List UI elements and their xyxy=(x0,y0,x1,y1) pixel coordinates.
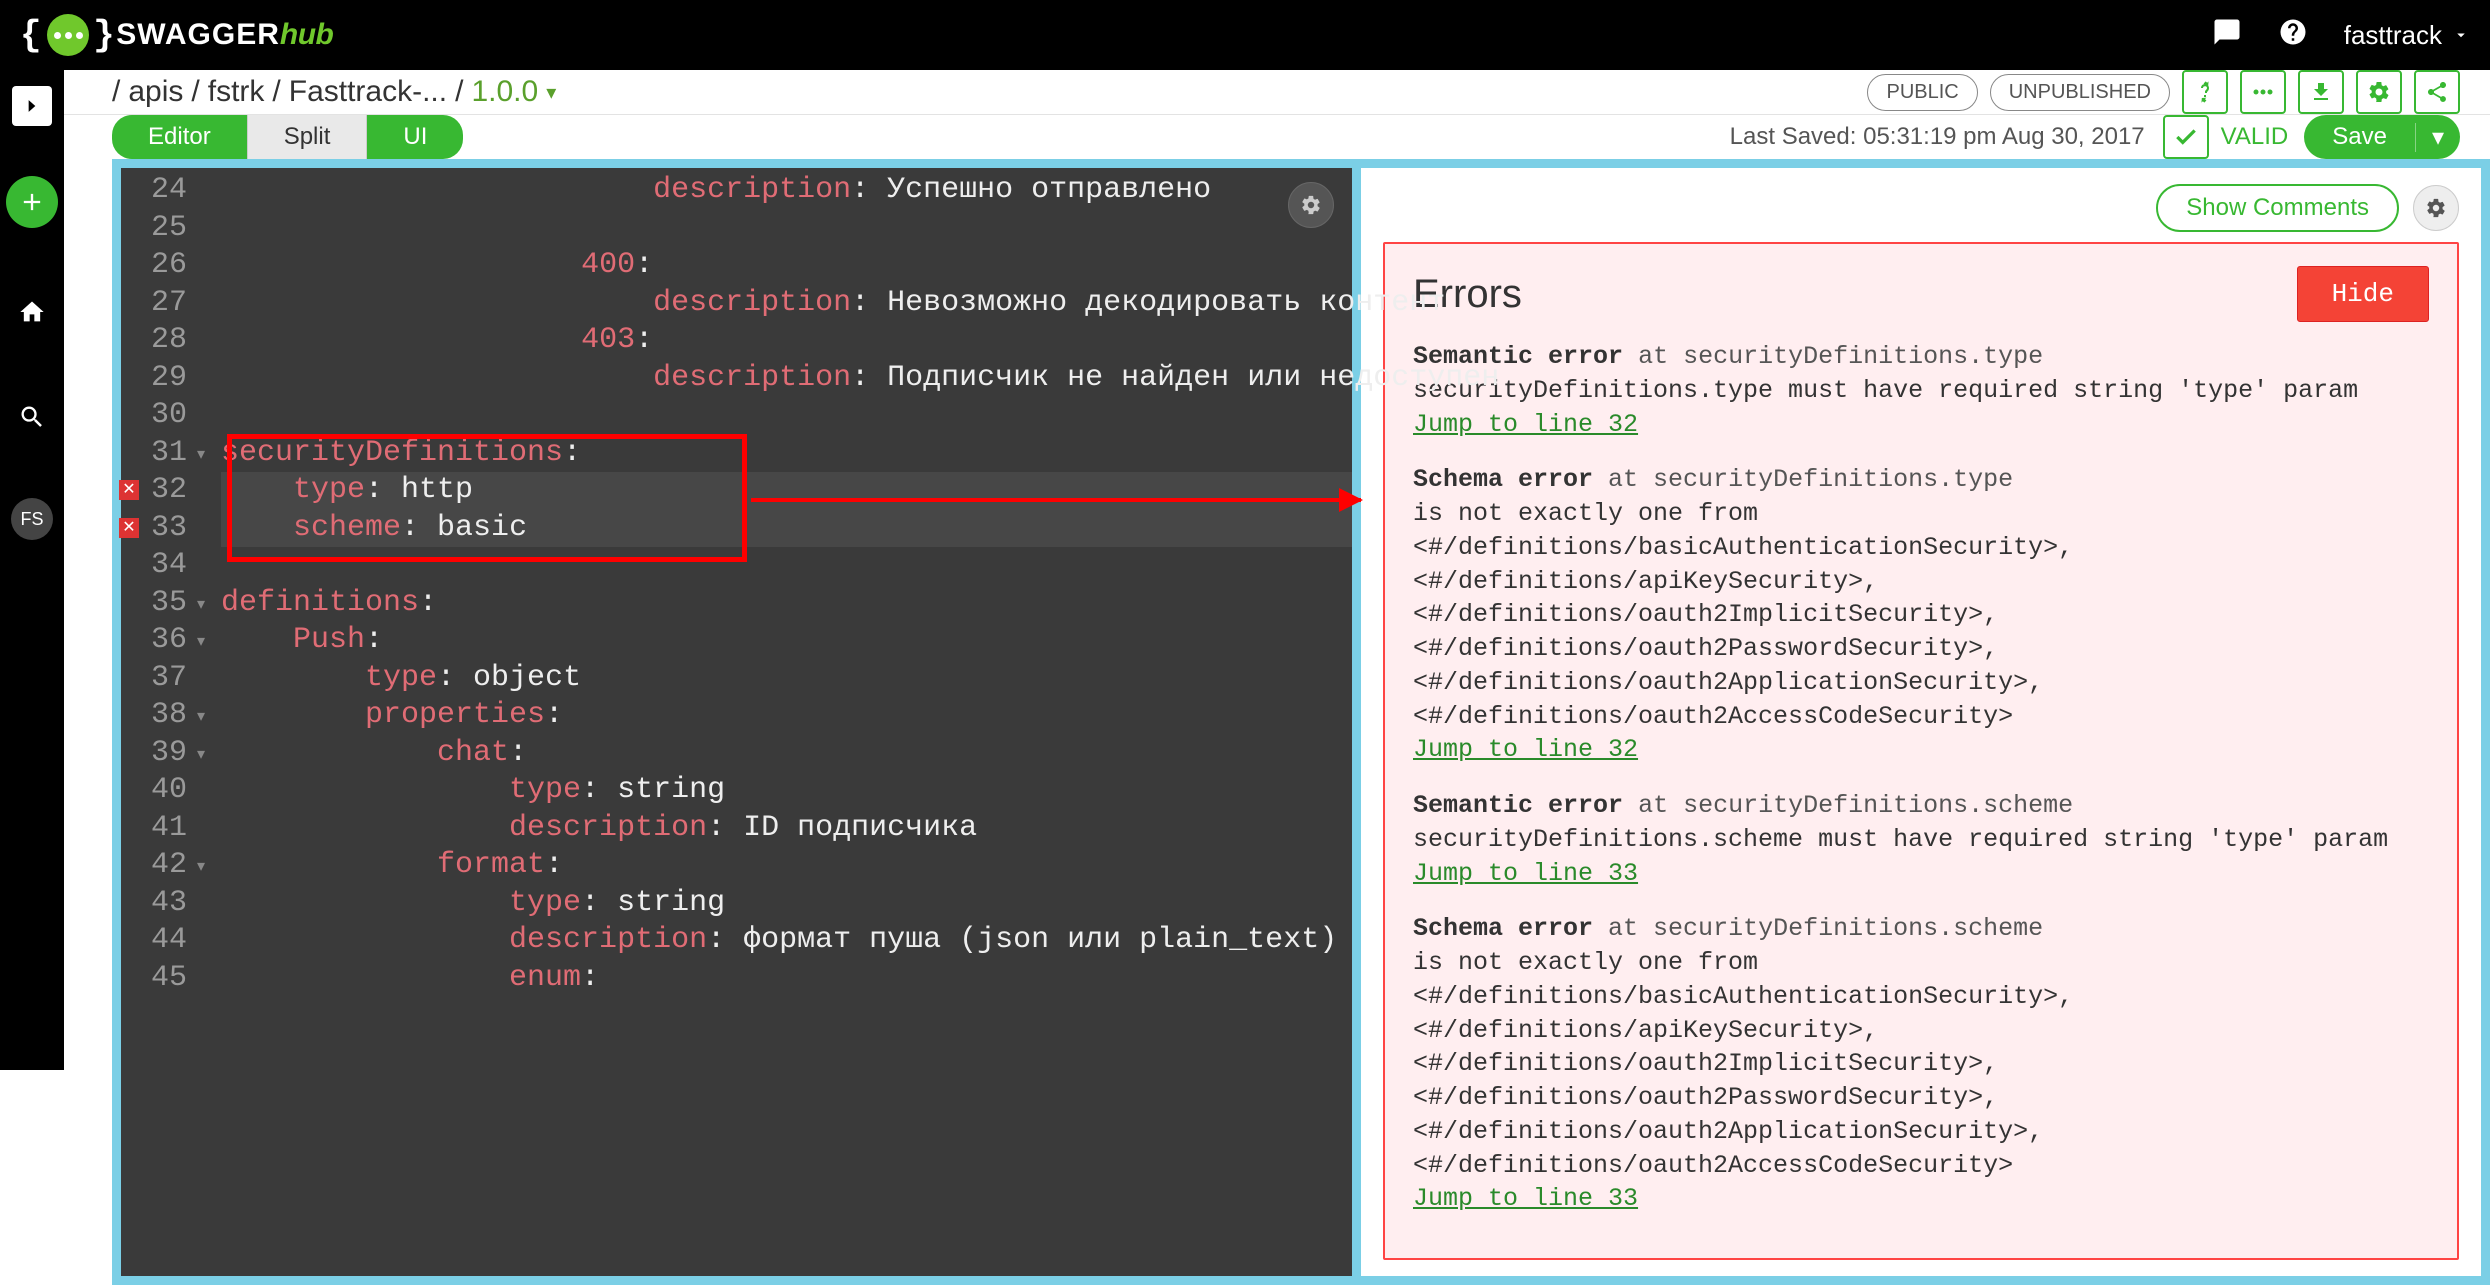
hide-errors-button[interactable]: Hide xyxy=(2297,266,2429,322)
toolbar-row: Editor Split UI Last Saved: 05:31:19 pm … xyxy=(64,115,2490,159)
view-toggle: Editor Split UI xyxy=(112,115,463,159)
settings-button[interactable] xyxy=(2356,70,2402,114)
version-dropdown-icon[interactable]: ▾ xyxy=(546,80,556,105)
main-area: / apis / fstrk / Fasttrack-... / 1.0.0 ▾… xyxy=(64,70,2490,1070)
search-icon[interactable] xyxy=(18,403,46,438)
logo-swagger-text: SWAGGER xyxy=(116,18,280,52)
share-button[interactable] xyxy=(2414,70,2460,114)
validation-panel: Show Comments Errors Hide Semantic error… xyxy=(1352,159,2490,1285)
top-bar: { } SWAGGERhub fasttrack xyxy=(0,0,2490,70)
error-item: Semantic error at securityDefinitions.sc… xyxy=(1413,789,2429,890)
logo-hub-text: hub xyxy=(280,18,333,52)
jump-to-line-link[interactable]: Jump to line 33 xyxy=(1413,1184,1638,1213)
save-dropdown-icon[interactable]: ▾ xyxy=(2415,123,2460,152)
save-label: Save xyxy=(2304,123,2415,151)
validation-panel-header: Show Comments xyxy=(1383,184,2459,232)
crumb-apis[interactable]: apis xyxy=(128,75,183,109)
panel-settings-icon[interactable] xyxy=(2413,185,2459,231)
view-split-tab[interactable]: Split xyxy=(247,115,368,159)
errors-box: Errors Hide Semantic error at securityDe… xyxy=(1383,242,2459,1260)
editor-body[interactable]: description: Успешно отправлено 400: des… xyxy=(221,168,1352,997)
errors-list: Semantic error at securityDefinitions.ty… xyxy=(1413,340,2429,1216)
view-ui-tab[interactable]: UI xyxy=(367,115,463,159)
chat-icon[interactable] xyxy=(2212,17,2242,54)
user-avatar[interactable]: FS xyxy=(11,498,53,540)
logo-dot-icon xyxy=(47,14,89,56)
editor-panel: 2425262728293031▾32✕33✕3435▾36▾3738▾39▾4… xyxy=(112,159,1352,1285)
editor-gutter: 2425262728293031▾32✕33✕3435▾36▾3738▾39▾4… xyxy=(121,168,197,997)
add-button[interactable] xyxy=(6,176,58,228)
jump-to-line-link[interactable]: Jump to line 32 xyxy=(1413,735,1638,764)
last-saved-label: Last Saved: 05:31:19 pm Aug 30, 2017 xyxy=(1730,123,2145,151)
breadcrumb-row: / apis / fstrk / Fasttrack-... / 1.0.0 ▾… xyxy=(64,70,2490,115)
crumb-api[interactable]: Fasttrack-... xyxy=(289,75,447,109)
avatar-initials: FS xyxy=(20,509,43,530)
valid-label: VALID xyxy=(2221,123,2289,151)
breadcrumb: / apis / fstrk / Fasttrack-... / 1.0.0 ▾ xyxy=(112,75,556,109)
error-item: Semantic error at securityDefinitions.ty… xyxy=(1413,340,2429,441)
error-item: Schema error at securityDefinitions.type… xyxy=(1413,463,2429,767)
logo[interactable]: { } SWAGGERhub xyxy=(20,14,333,56)
help-icon[interactable] xyxy=(2278,17,2308,54)
home-icon[interactable] xyxy=(18,298,46,333)
content-split: 2425262728293031▾32✕33✕3435▾36▾3738▾39▾4… xyxy=(64,159,2490,1285)
logo-brace-open: { xyxy=(20,15,41,56)
logo-brace-close: } xyxy=(93,15,114,56)
download-button[interactable] xyxy=(2298,70,2344,114)
save-button[interactable]: Save ▾ xyxy=(2304,115,2460,159)
jump-to-line-link[interactable]: Jump to line 32 xyxy=(1413,410,1638,439)
show-comments-button[interactable]: Show Comments xyxy=(2156,184,2399,232)
left-rail: FS xyxy=(0,70,64,1070)
code-editor[interactable]: 2425262728293031▾32✕33✕3435▾36▾3738▾39▾4… xyxy=(121,168,1352,997)
user-menu[interactable]: fasttrack xyxy=(2344,20,2470,51)
topbar-right: fasttrack xyxy=(2212,17,2470,54)
crumb-org[interactable]: fstrk xyxy=(208,75,265,109)
view-editor-tab[interactable]: Editor xyxy=(112,115,247,159)
error-item: Schema error at securityDefinitions.sche… xyxy=(1413,912,2429,1216)
crumb-version[interactable]: 1.0.0 xyxy=(471,75,538,109)
more-button[interactable] xyxy=(2240,70,2286,114)
validate-button[interactable] xyxy=(2163,115,2209,159)
public-pill[interactable]: PUBLIC xyxy=(1867,74,1977,111)
annotation-red-arrow xyxy=(751,498,1361,502)
chevron-down-icon xyxy=(2452,20,2470,51)
unpublished-pill[interactable]: UNPUBLISHED xyxy=(1990,74,2170,111)
expand-rail-button[interactable] xyxy=(12,86,52,126)
jump-to-line-link[interactable]: Jump to line 33 xyxy=(1413,859,1638,888)
integrations-button[interactable] xyxy=(2182,70,2228,114)
user-name: fasttrack xyxy=(2344,20,2442,51)
